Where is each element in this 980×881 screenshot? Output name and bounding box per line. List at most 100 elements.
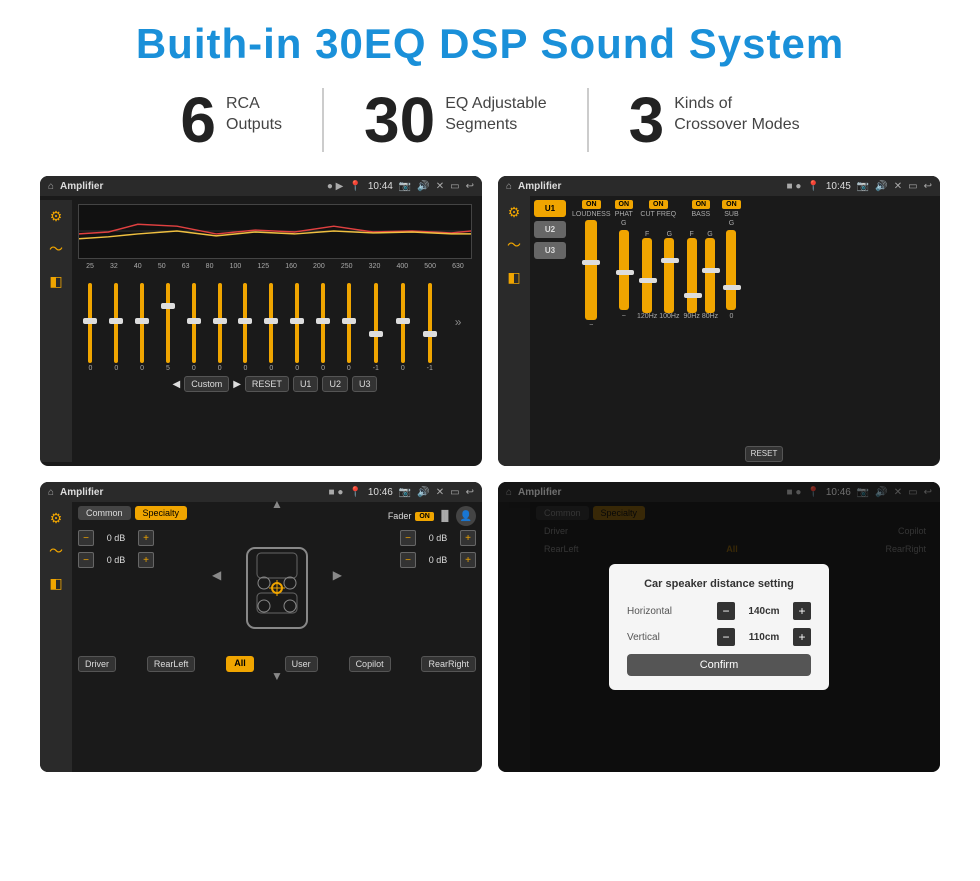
freq-630: 630: [452, 263, 464, 270]
back-icon-fader: ↩: [466, 487, 474, 498]
prev-btn[interactable]: ◀: [173, 379, 181, 390]
preset-u3[interactable]: U3: [534, 242, 566, 259]
confirm-button[interactable]: Confirm: [627, 654, 811, 676]
rearright-btn[interactable]: RearRight: [421, 656, 476, 672]
amp-icon-3[interactable]: ◧: [507, 269, 520, 286]
phat-on[interactable]: ON: [615, 200, 634, 209]
amp-side-icons: ⚙ 〜 ◧: [498, 196, 530, 466]
eq-slider-10: 0: [347, 283, 351, 372]
fader-icon-3[interactable]: ◧: [49, 575, 62, 592]
stat-item-eq: 30 EQ Adjustable Segments: [324, 88, 589, 152]
status-bar-eq: ⌂ Amplifier ● ▶ 📍 10:44 📷 🔊 ✕ ▭ ↩: [40, 176, 482, 196]
freq-100: 100: [230, 263, 242, 270]
minus-btn-r0[interactable]: −: [400, 530, 416, 546]
u2-btn[interactable]: U2: [322, 376, 348, 392]
plus-btn-r1[interactable]: +: [460, 552, 476, 568]
freq-160: 160: [285, 263, 297, 270]
amp-main-content: U1 U2 U3 ON LOUDNESS ~: [530, 196, 940, 466]
fader-on-badge[interactable]: ON: [415, 512, 434, 521]
minus-btn-1[interactable]: −: [78, 552, 94, 568]
minus-btn-r1[interactable]: −: [400, 552, 416, 568]
driver-btn[interactable]: Driver: [78, 656, 116, 672]
stat-number-rca: 6: [180, 88, 216, 152]
arrow-up[interactable]: ▲: [271, 497, 283, 511]
loudness-slider[interactable]: [585, 220, 597, 320]
eq-slider-1: 0: [114, 283, 118, 372]
eq-slider-2: 0: [140, 283, 144, 372]
plus-btn-r0[interactable]: +: [460, 530, 476, 546]
time-eq: 10:44: [368, 181, 393, 192]
freq-50: 50: [158, 263, 166, 270]
eq-slider-0: 0: [88, 283, 92, 372]
preset-u2[interactable]: U2: [534, 221, 566, 238]
u1-btn[interactable]: U1: [293, 376, 319, 392]
eq-slider-7: 0: [269, 283, 273, 372]
dialog-vertical-row: Vertical − 110cm +: [627, 628, 811, 646]
phat-slider[interactable]: [619, 230, 629, 310]
stat-item-rca: 6 RCA Outputs: [140, 88, 324, 152]
home-icon-fader: ⌂: [48, 487, 54, 498]
arrow-right[interactable]: ▶: [333, 568, 342, 582]
home-icon-eq: ⌂: [48, 181, 54, 192]
vertical-plus[interactable]: +: [793, 628, 811, 646]
fader-left-controls: − 0 dB + − 0 dB +: [78, 530, 154, 568]
rearleft-btn[interactable]: RearLeft: [147, 656, 196, 672]
custom-btn[interactable]: Custom: [184, 376, 229, 392]
sub-label: SUB: [724, 211, 738, 218]
freq-400: 400: [396, 263, 408, 270]
stat-label-eq: EQ Adjustable Segments: [445, 94, 546, 136]
sub-on[interactable]: ON: [722, 200, 741, 209]
ctrl-cutfreq: ON CUT FREQ F 120Hz G: [637, 200, 679, 462]
freq-250: 250: [341, 263, 353, 270]
freq-200: 200: [313, 263, 325, 270]
eq-icon-2[interactable]: 〜: [49, 239, 63, 259]
pin-icon-amp: 📍: [807, 181, 819, 192]
arrow-down[interactable]: ▼: [271, 669, 283, 683]
fader-car-diagram: ▲: [162, 530, 392, 650]
preset-u1[interactable]: U1: [534, 200, 566, 217]
fader-icon-1[interactable]: ⚙: [50, 510, 63, 527]
app-title-amp: Amplifier: [518, 181, 780, 192]
dots-icon-amp: ■ ●: [787, 181, 802, 192]
minus-btn-0[interactable]: −: [78, 530, 94, 546]
loudness-on[interactable]: ON: [582, 200, 601, 209]
amp-controls-area: ON LOUDNESS ~ ON PHAT G ~: [572, 200, 936, 462]
val-0: 0 dB: [98, 533, 134, 543]
horizontal-plus[interactable]: +: [793, 602, 811, 620]
amp-reset[interactable]: RESET: [745, 446, 784, 462]
vol-icon-amp: 🔊: [875, 181, 887, 192]
eq-main-content: 25 32 40 50 63 80 100 125 160 200 250 32…: [72, 200, 478, 462]
stat-number-crossover: 3: [629, 88, 665, 152]
reset-btn[interactable]: RESET: [245, 376, 289, 392]
back-icon-amp: ↩: [924, 181, 932, 192]
bass-on[interactable]: ON: [692, 200, 711, 209]
tab-common[interactable]: Common: [78, 506, 131, 520]
profile-icon[interactable]: 👤: [456, 506, 476, 526]
amp-icon-2[interactable]: 〜: [507, 235, 521, 255]
horizontal-minus[interactable]: −: [717, 602, 735, 620]
play-btn[interactable]: ▶: [233, 379, 241, 390]
dots-icon-eq: ● ▶: [327, 181, 344, 192]
eq-icon-3[interactable]: ◧: [49, 273, 62, 290]
close-icon-fader: ✕: [436, 487, 444, 498]
fader-side-icons: ⚙ 〜 ◧: [40, 502, 72, 772]
plus-btn-0[interactable]: +: [138, 530, 154, 546]
eq-icon-1[interactable]: ⚙: [50, 208, 63, 225]
screenshot-fader-dialog: ⌂ Amplifier ■ ● 📍 10:46 📷 🔊 ✕ ▭ ↩ Common…: [498, 482, 940, 772]
app-title-fader: Amplifier: [60, 487, 322, 498]
cam-icon-amp: 📷: [857, 181, 869, 192]
fader-icon-2[interactable]: 〜: [49, 541, 63, 561]
eq-slider-9: 0: [321, 283, 325, 372]
plus-btn-1[interactable]: +: [138, 552, 154, 568]
fader-body: − 0 dB + − 0 dB +: [78, 530, 476, 650]
dialog-horizontal-row: Horizontal − 140cm +: [627, 602, 811, 620]
freq-125: 125: [257, 263, 269, 270]
tab-specialty[interactable]: Specialty: [135, 506, 188, 520]
vertical-minus[interactable]: −: [717, 628, 735, 646]
cutfreq-on[interactable]: ON: [649, 200, 668, 209]
u3-btn[interactable]: U3: [352, 376, 378, 392]
arrow-left[interactable]: ◀: [212, 568, 221, 582]
close-icon-amp: ✕: [894, 181, 902, 192]
copilot-btn[interactable]: Copilot: [349, 656, 391, 672]
amp-icon-1[interactable]: ⚙: [508, 204, 521, 221]
